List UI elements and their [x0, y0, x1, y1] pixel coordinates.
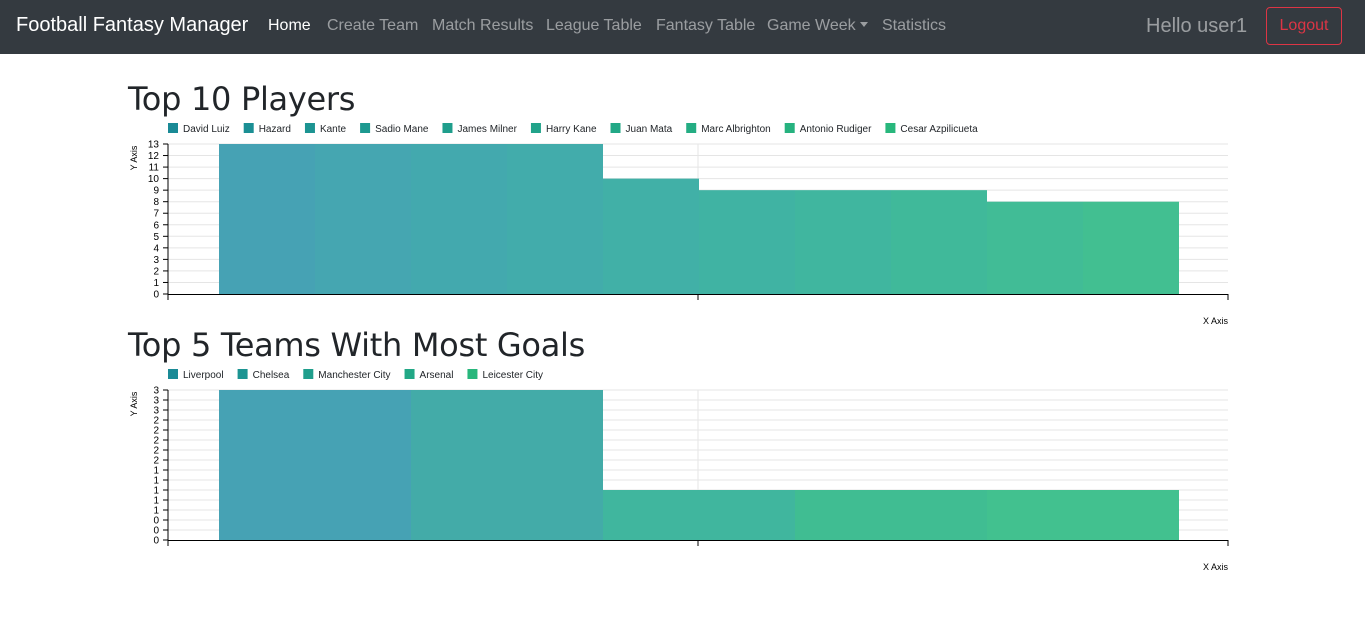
players-section-title: Top 10 Players — [128, 80, 356, 118]
y-tick-label: 2 — [153, 426, 159, 437]
legend-swatch — [784, 123, 795, 133]
bar-chelsea — [411, 390, 603, 540]
bar-kante — [411, 144, 507, 294]
x-axis-label: X Axis — [1203, 316, 1229, 326]
legend-label: Marc Albrighton — [701, 124, 770, 135]
y-axis-label: Y Axis — [129, 145, 139, 170]
y-tick-label: 3 — [153, 406, 159, 417]
legend-swatch — [360, 123, 371, 133]
legend-swatch — [686, 123, 697, 133]
top-players-chart: David Luiz Hazard Kante Sadio Mane James Mil… — [129, 123, 1229, 326]
bar-juan-mata — [795, 190, 891, 294]
y-tick-label: 11 — [149, 163, 160, 174]
nav-home[interactable]: Home — [268, 17, 311, 35]
y-tick-label: 8 — [153, 197, 159, 208]
legend-swatch — [610, 123, 621, 133]
y-axis-label: Y Axis — [129, 391, 139, 416]
nav-match-results[interactable]: Match Results — [432, 17, 533, 35]
legend-swatch — [168, 123, 178, 133]
legend-swatch — [303, 369, 314, 379]
y-tick-label: 2 — [153, 436, 159, 447]
legend-label: Liverpool — [183, 370, 224, 381]
y-tick-label: 0 — [153, 516, 159, 527]
bar-liverpool — [219, 390, 411, 540]
legend-label: Harry Kane — [546, 124, 597, 135]
y-tick-label: 4 — [153, 243, 159, 254]
bar-marc-albrighton — [891, 190, 987, 294]
y-tick-label: 7 — [153, 209, 159, 220]
nav-game-week-dropdown[interactable]: Game Week — [767, 17, 868, 35]
y-tick-label: 12 — [148, 151, 160, 162]
legend-label: Manchester City — [318, 370, 390, 381]
y-tick-label: 0 — [153, 526, 159, 537]
y-tick-label: 3 — [153, 386, 159, 397]
legend-label: Arsenal — [420, 370, 454, 381]
legend-swatch — [243, 123, 254, 133]
legend-label: Sadio Mane — [375, 124, 429, 135]
legend-swatch — [885, 123, 896, 133]
legend-swatch — [168, 369, 178, 379]
legend-label: Antonio Rudiger — [800, 124, 872, 135]
legend-label: Chelsea — [253, 370, 290, 381]
y-tick-label: 1 — [153, 278, 159, 289]
bar-manchester-city — [603, 490, 795, 540]
y-tick-label: 3 — [153, 396, 159, 407]
x-axis-label: X Axis — [1203, 562, 1229, 572]
legend-swatch — [304, 123, 315, 133]
legend-label: Kante — [320, 124, 347, 135]
y-tick-label: 9 — [153, 186, 159, 197]
legend-label: Cesar Azpilicueta — [900, 124, 978, 135]
y-tick-label: 1 — [153, 496, 159, 507]
user-greeting: Hello user1 — [1146, 15, 1248, 37]
bar-arsenal — [795, 490, 987, 540]
bar-leicester-city — [987, 490, 1179, 540]
legend-swatch — [530, 123, 541, 133]
y-tick-label: 2 — [153, 416, 159, 427]
legend-label: Hazard — [259, 124, 291, 135]
nav-statistics[interactable]: Statistics — [882, 17, 946, 35]
bar-harry-kane — [699, 190, 795, 294]
legend-swatch — [467, 369, 478, 379]
legend-label: Juan Mata — [626, 124, 673, 135]
y-tick-label: 1 — [153, 506, 159, 517]
y-tick-label: 1 — [153, 476, 159, 487]
y-tick-label: 2 — [153, 456, 159, 467]
legend-label: Leicester City — [482, 370, 543, 381]
y-tick-label: 10 — [148, 174, 160, 185]
logout-button[interactable]: Logout — [1266, 7, 1342, 45]
brand-title[interactable]: Football Fantasy Manager — [16, 14, 248, 37]
nav-game-week-label: Game Week — [767, 17, 856, 34]
legend-swatch — [442, 123, 453, 133]
caret-down-icon — [859, 22, 868, 27]
nav-fantasy-table[interactable]: Fantasy Table — [656, 17, 755, 35]
y-tick-label: 1 — [153, 466, 159, 477]
bar-david-luiz — [219, 144, 315, 294]
y-tick-label: 2 — [153, 266, 159, 277]
top-teams-chart: Liverpool Chelsea Manchester City Arsenal Le… — [129, 369, 1229, 572]
y-tick-label: 0 — [153, 290, 159, 301]
legend-label: David Luiz — [183, 124, 230, 135]
bar-cesar-azpilicueta — [1083, 201, 1179, 294]
legend-label: James Milner — [457, 124, 517, 135]
y-tick-label: 6 — [153, 220, 159, 231]
teams-section-title: Top 5 Teams With Most Goals — [128, 326, 585, 364]
nav-create-team[interactable]: Create Team — [327, 17, 418, 35]
y-tick-label: 1 — [153, 486, 159, 497]
legend-swatch — [237, 369, 248, 379]
y-tick-label: 0 — [153, 536, 159, 547]
y-tick-label: 3 — [153, 255, 159, 266]
y-tick-label: 13 — [148, 140, 160, 151]
y-tick-label: 5 — [153, 232, 159, 243]
nav-league-table[interactable]: League Table — [546, 17, 642, 35]
bar-hazard — [315, 144, 411, 294]
bar-sadio-mane — [507, 144, 603, 294]
bar-antonio-rudiger — [987, 201, 1083, 294]
bar-james-milner — [603, 178, 699, 294]
y-tick-label: 2 — [153, 446, 159, 457]
legend-swatch — [404, 369, 415, 379]
top-navbar: Football Fantasy Manager Home Create Tea… — [0, 0, 1365, 54]
